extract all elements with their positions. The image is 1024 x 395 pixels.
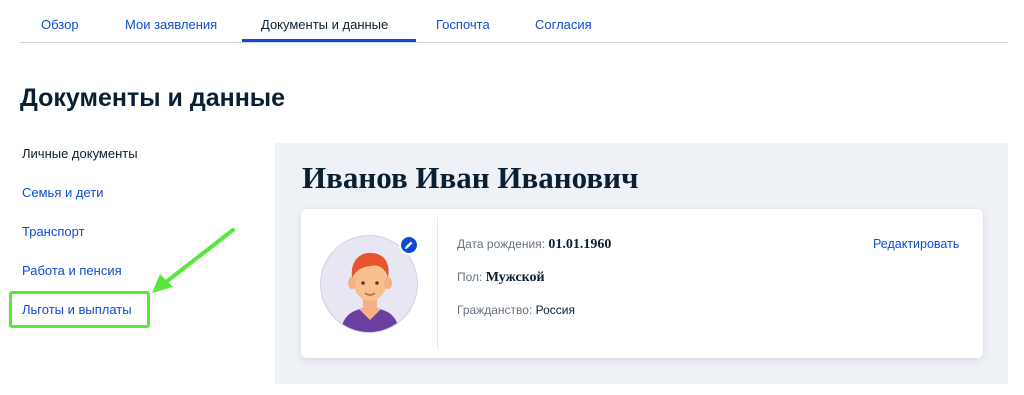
card-divider	[437, 217, 438, 350]
edit-photo-button[interactable]	[399, 235, 419, 255]
gender-value: Мужской	[485, 270, 545, 285]
gender-row: Пол: Мужской	[457, 270, 545, 286]
gender-label: Пол:	[457, 270, 483, 284]
pencil-icon	[405, 241, 413, 249]
citizenship-label: Гражданство:	[457, 303, 533, 317]
birth-date-value: 01.01.1960	[548, 237, 612, 252]
birth-date-label: Дата рождения:	[457, 237, 545, 251]
citizenship-row: Гражданство: Россия	[457, 303, 575, 317]
full-name: Иванов Иван Иванович	[302, 160, 639, 195]
birth-date-row: Дата рождения: 01.01.1960	[457, 237, 611, 253]
citizenship-value: Россия	[535, 303, 575, 317]
edit-link[interactable]: Редактировать	[873, 237, 959, 251]
